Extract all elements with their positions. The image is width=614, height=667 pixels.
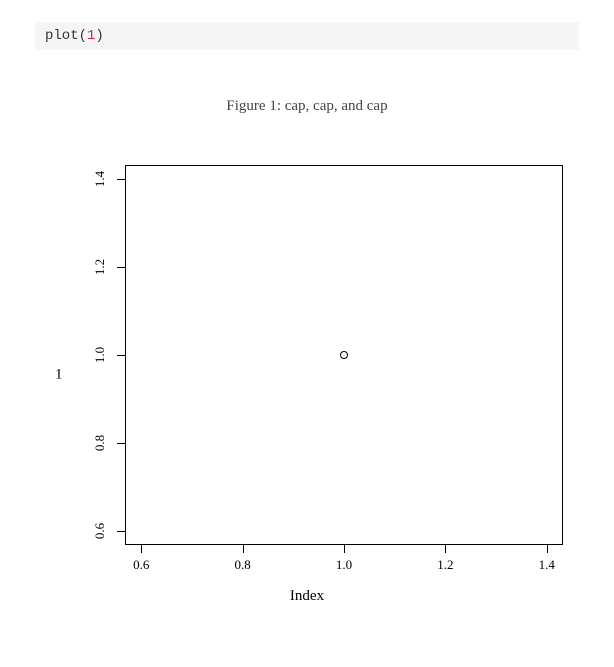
code-function: plot xyxy=(45,28,79,44)
y-tick xyxy=(117,531,125,532)
x-tick-label: 1.4 xyxy=(539,557,555,573)
y-axis-label: 1 xyxy=(55,367,63,384)
code-close-paren: ) xyxy=(95,28,103,44)
x-tick xyxy=(547,545,548,553)
y-tick-label: 1.4 xyxy=(92,164,108,194)
y-tick-label: 1.2 xyxy=(92,252,108,282)
y-tick-label: 0.8 xyxy=(92,428,108,458)
y-tick xyxy=(117,179,125,180)
x-tick-label: 1.0 xyxy=(336,557,352,573)
chart-container: 1 Index 0.6 0.8 1.0 1.2 1.4 0.6 0.8 1.0 1.2 1.4 xyxy=(37,135,577,615)
x-tick-label: 0.6 xyxy=(133,557,149,573)
code-block: plot(1) xyxy=(35,22,579,50)
y-tick-label: 0.6 xyxy=(92,516,108,546)
y-tick xyxy=(117,355,125,356)
x-tick xyxy=(141,545,142,553)
x-tick-label: 1.2 xyxy=(437,557,453,573)
y-tick-label: 1.0 xyxy=(92,340,108,370)
y-tick xyxy=(117,267,125,268)
figure-caption: Figure 1: cap, cap, and cap xyxy=(0,98,614,115)
data-point xyxy=(340,351,348,359)
x-tick xyxy=(243,545,244,553)
x-tick-label: 0.8 xyxy=(234,557,250,573)
code-open-paren: ( xyxy=(79,28,87,44)
x-axis-label: Index xyxy=(290,588,324,605)
y-tick xyxy=(117,443,125,444)
x-tick xyxy=(344,545,345,553)
x-tick xyxy=(445,545,446,553)
